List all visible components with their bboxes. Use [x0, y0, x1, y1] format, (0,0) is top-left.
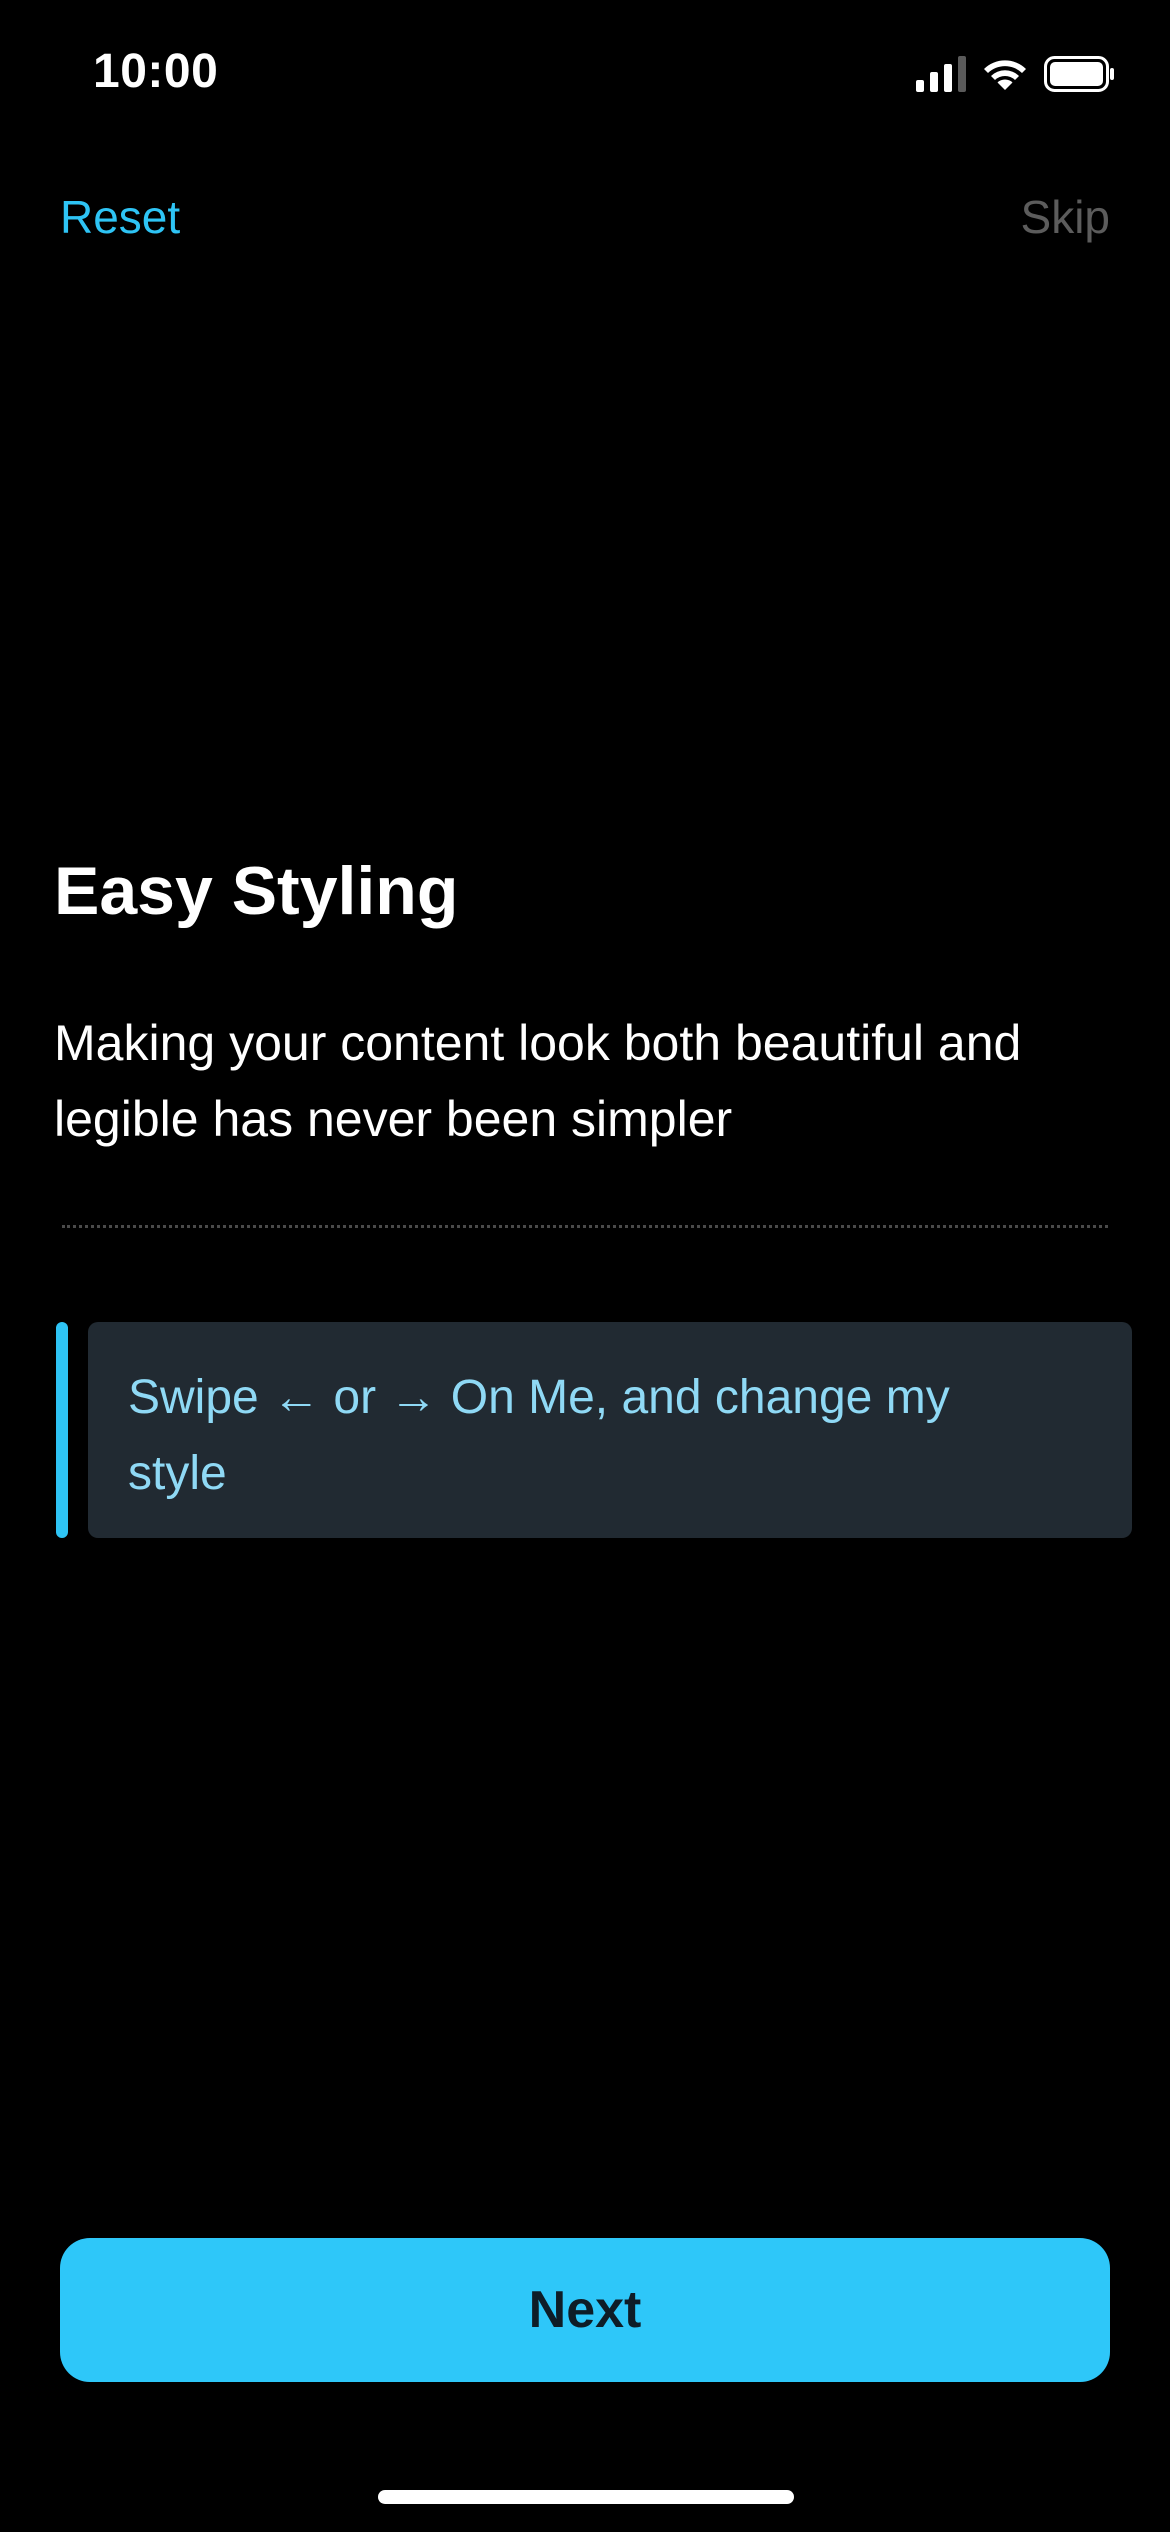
callout-accent-bar: [56, 1322, 68, 1538]
swipe-style-callout[interactable]: Swipe ← or → On Me, and change my style: [56, 1322, 1132, 1538]
callout-text: Swipe ← or → On Me, and change my style: [128, 1371, 950, 1500]
page-title: Easy Styling: [54, 853, 459, 929]
status-time: 10:00: [93, 45, 219, 98]
reset-button[interactable]: Reset: [60, 190, 180, 244]
skip-button[interactable]: Skip: [1021, 190, 1110, 244]
callout-card[interactable]: Swipe ← or → On Me, and change my style: [88, 1322, 1132, 1538]
status-bar: 10:00: [0, 0, 1170, 140]
dotted-divider: [62, 1225, 1108, 1228]
battery-full-icon: [1044, 56, 1116, 92]
home-indicator[interactable]: [378, 2490, 794, 2504]
next-button[interactable]: Next: [60, 2238, 1110, 2382]
cellular-signal-icon: [916, 56, 966, 92]
page-description: Making your content look both beautiful …: [54, 1015, 1022, 1147]
top-nav: Reset Skip: [60, 180, 1110, 260]
wifi-icon: [982, 56, 1028, 92]
status-icons: [916, 52, 1116, 96]
next-button-label: Next: [528, 2281, 642, 2339]
